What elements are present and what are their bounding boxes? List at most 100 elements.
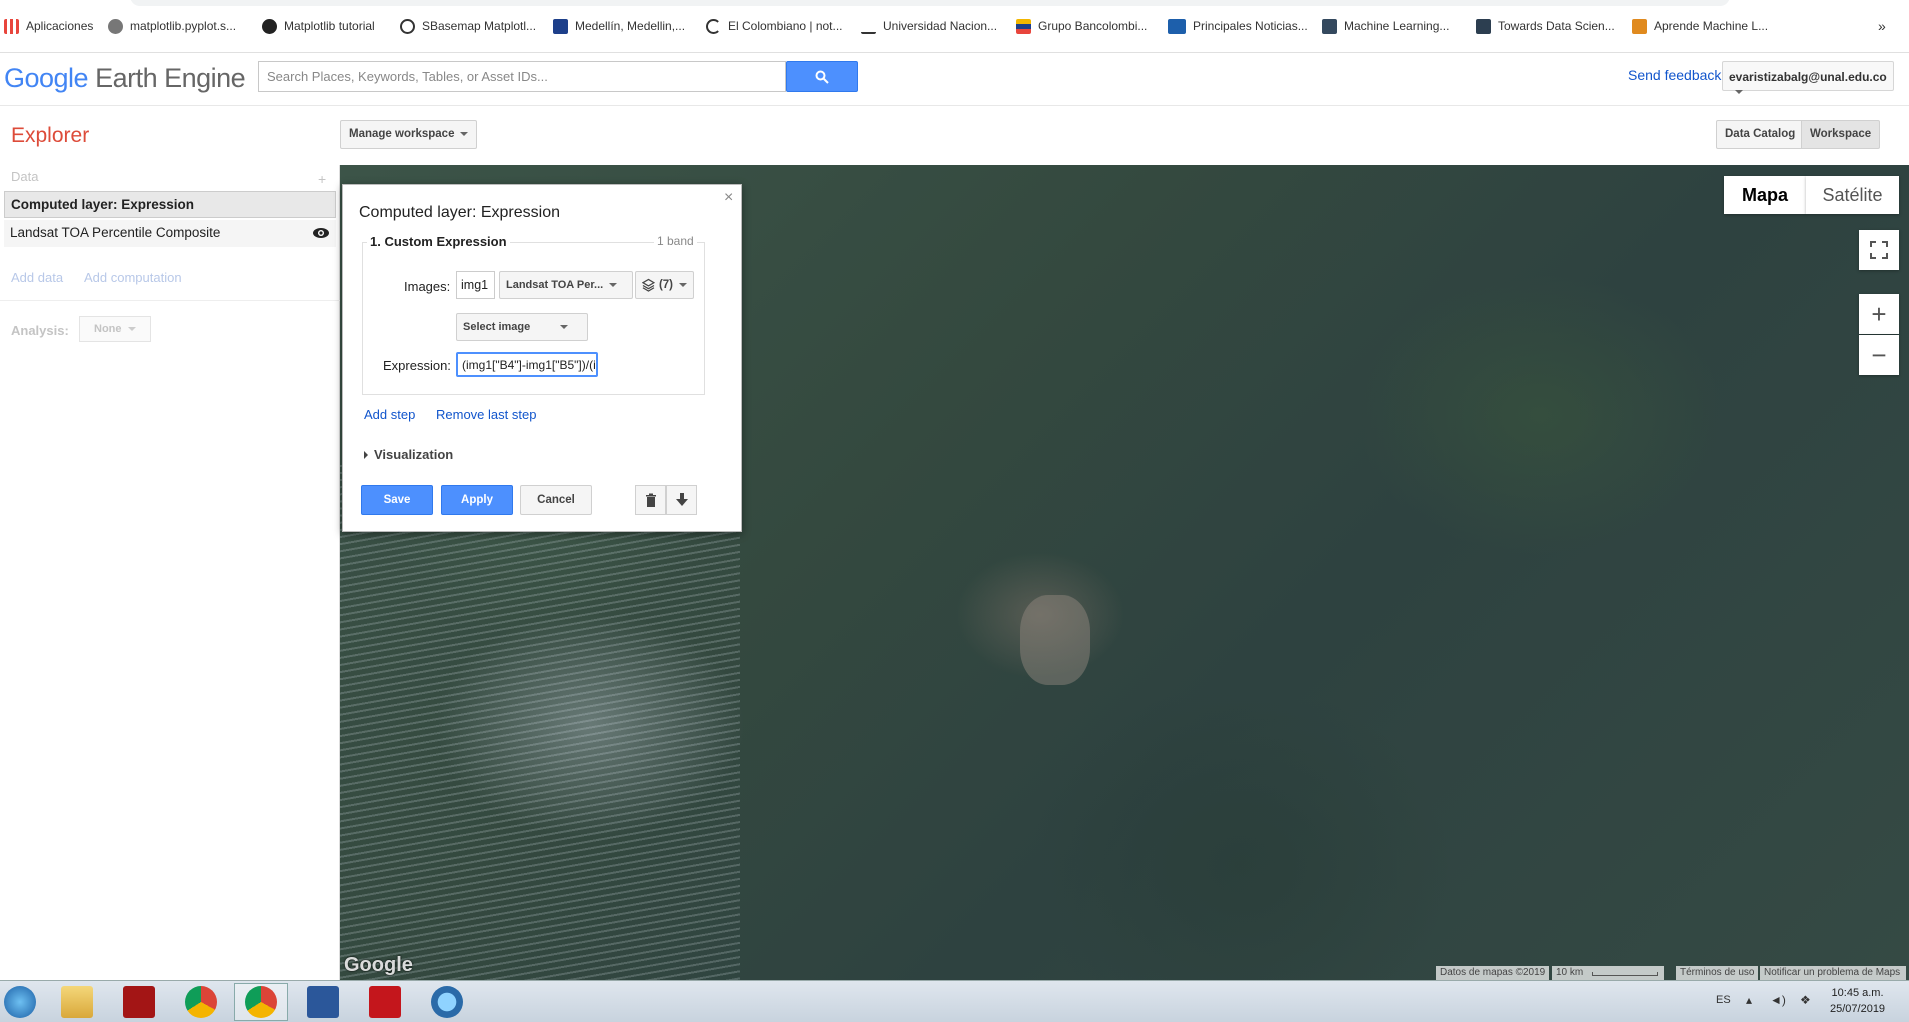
data-section-label: Data [11,169,39,184]
bookmark-medellin[interactable]: Medellín, Medellin,... [553,14,685,38]
taskbar-chrome-2[interactable] [234,983,288,1021]
layer-item-landsat[interactable]: Landsat TOA Percentile Composite [4,220,336,247]
folder-icon [61,986,93,1018]
chevron-down-icon [609,283,618,288]
cloud-stripes [340,465,740,980]
medellin-icon [553,18,568,34]
eye-icon[interactable] [312,227,330,239]
et-icon [1168,18,1186,34]
taskbar-magnifier[interactable] [420,983,474,1021]
matplotlib-icon [108,18,123,34]
address-bar[interactable] [130,0,1730,6]
images-label: Images: [404,279,451,294]
bookmarks-bar: Aplicaciones matplotlib.pyplot.s... Matp… [0,0,1909,53]
map-data-attribution: Datos de mapas ©2019 [1436,966,1550,980]
bookmark-unal[interactable]: Universidad Nacion... [861,14,997,38]
trash-icon [645,493,656,507]
layer-label: Landsat TOA Percentile Composite [10,225,221,240]
bookmark-noticias[interactable]: Principales Noticias... [1168,14,1308,38]
map-type-satellite-button[interactable]: Satélite [1806,176,1899,214]
bookmark-aprende-ml[interactable]: Aprende Machine L... [1632,14,1768,38]
search-input[interactable]: Search Places, Keywords, Tables, or Asse… [258,61,786,92]
search-button[interactable] [786,61,858,92]
triangle-right-icon [364,450,368,459]
aprende-icon [1632,18,1647,34]
manage-workspace-button[interactable]: Manage workspace [340,120,478,149]
taskbar-word[interactable] [296,983,350,1021]
taskbar-mendeley[interactable] [112,983,166,1021]
taskbar-file-explorer[interactable] [50,983,104,1021]
speaker-icon[interactable]: ◄) [1770,993,1786,1007]
city-area [1020,595,1090,685]
image-variable-input[interactable]: img1 [456,271,495,299]
expression-input[interactable]: (img1["B4"]-img1["B5"])/(img1["B [456,352,598,377]
zoom-in-button[interactable]: + [1859,294,1899,334]
workspace-button[interactable]: Workspace [1801,120,1881,149]
bookmark-machine-learning[interactable]: Machine Learning... [1322,14,1449,38]
bookmark-matplotlib-tutorial[interactable]: Matplotlib tutorial [262,14,375,38]
download-button[interactable] [666,485,697,515]
analysis-label: Analysis: [11,323,69,338]
taskbar-chrome-1[interactable] [174,983,228,1021]
select-image-dropdown[interactable]: Select image [456,313,588,341]
zoom-out-button[interactable]: − [1859,335,1899,375]
bookmark-bancolombia[interactable]: Grupo Bancolombi... [1016,14,1147,38]
chevron-down-icon [679,283,687,287]
taskbar-acrobat[interactable] [358,983,412,1021]
explorer-sidebar: Data + Computed layer: Expression Landsa… [0,165,340,980]
chevron-down-icon [127,327,136,332]
save-button[interactable]: Save [361,485,433,515]
arrow-down-icon [675,493,688,506]
google-attribution-logo: Google [344,954,413,976]
elcolombiano-icon [706,18,721,34]
bookmark-el-colombiano[interactable]: El Colombiano | not... [706,14,843,38]
globe-icon [400,18,415,34]
image-source-dropdown[interactable]: Landsat TOA Per... [499,271,633,299]
data-catalog-button[interactable]: Data Catalog [1716,120,1805,149]
apply-button[interactable]: Apply [441,485,513,515]
add-icon[interactable]: + [318,171,326,187]
send-feedback-link[interactable]: Send feedback [1628,67,1721,83]
system-clock[interactable]: 10:45 a.m. 25/07/2019 [1830,985,1885,1017]
account-dropdown[interactable]: evaristizabalg@unal.edu.co [1722,61,1894,94]
chevron-down-icon [460,131,469,136]
bookmark-basemap[interactable]: SBasemap Matplotl... [400,14,536,38]
scale-bar[interactable]: 10 km [1552,966,1664,980]
divider [0,300,340,301]
bookmark-apps[interactable]: Aplicaciones [4,14,93,38]
language-indicator[interactable]: ES [1716,994,1731,1006]
workspace-toolbar: Explorer Manage workspace Data Catalog W… [0,106,1909,165]
layers-icon [642,278,655,292]
analysis-dropdown[interactable]: None [79,316,151,342]
app-header: Google Earth Engine Search Places, Keywo… [0,53,1909,106]
add-computation-link[interactable]: Add computation [84,270,182,285]
bookmark-matplotlib-pyplot[interactable]: matplotlib.pyplot.s... [108,14,236,38]
tray-chevron-icon[interactable]: ▴ [1746,993,1752,1007]
earth-engine-logo[interactable]: Google Earth Engine [4,63,246,94]
github-icon [262,18,277,34]
dropbox-icon[interactable]: ❖ [1800,993,1811,1007]
add-data-link[interactable]: Add data [11,270,63,285]
unal-icon [861,19,876,34]
acrobat-icon [369,986,401,1018]
layers-dropdown[interactable]: (7) [635,271,694,299]
delete-button[interactable] [635,485,666,515]
chevron-down-icon [1735,89,1743,94]
cancel-button[interactable]: Cancel [520,485,592,515]
fullscreen-button[interactable] [1859,230,1899,270]
more-bookmarks-icon[interactable]: » [1878,14,1886,38]
bookmark-towards-data-science[interactable]: Towards Data Scien... [1476,14,1615,38]
visualization-section-toggle[interactable]: Visualization [364,447,453,462]
add-step-link[interactable]: Add step [364,407,415,422]
scale-line [1592,972,1658,976]
layer-item-computed-expression[interactable]: Computed layer: Expression [4,191,336,218]
windows-taskbar: ES ▴ ◄) ❖ 10:45 a.m. 25/07/2019 [0,980,1909,1022]
band-count: 1 band [654,234,697,248]
report-problem-link[interactable]: Notificar un problema de Maps [1760,966,1906,980]
start-button[interactable] [0,983,40,1021]
remove-last-step-link[interactable]: Remove last step [436,407,536,422]
terms-link[interactable]: Términos de uso [1676,966,1759,980]
close-icon[interactable]: × [724,189,733,207]
computed-layer-dialog: × Computed layer: Expression 1. Custom E… [342,184,742,532]
map-type-mapa-button[interactable]: Mapa [1724,176,1806,214]
